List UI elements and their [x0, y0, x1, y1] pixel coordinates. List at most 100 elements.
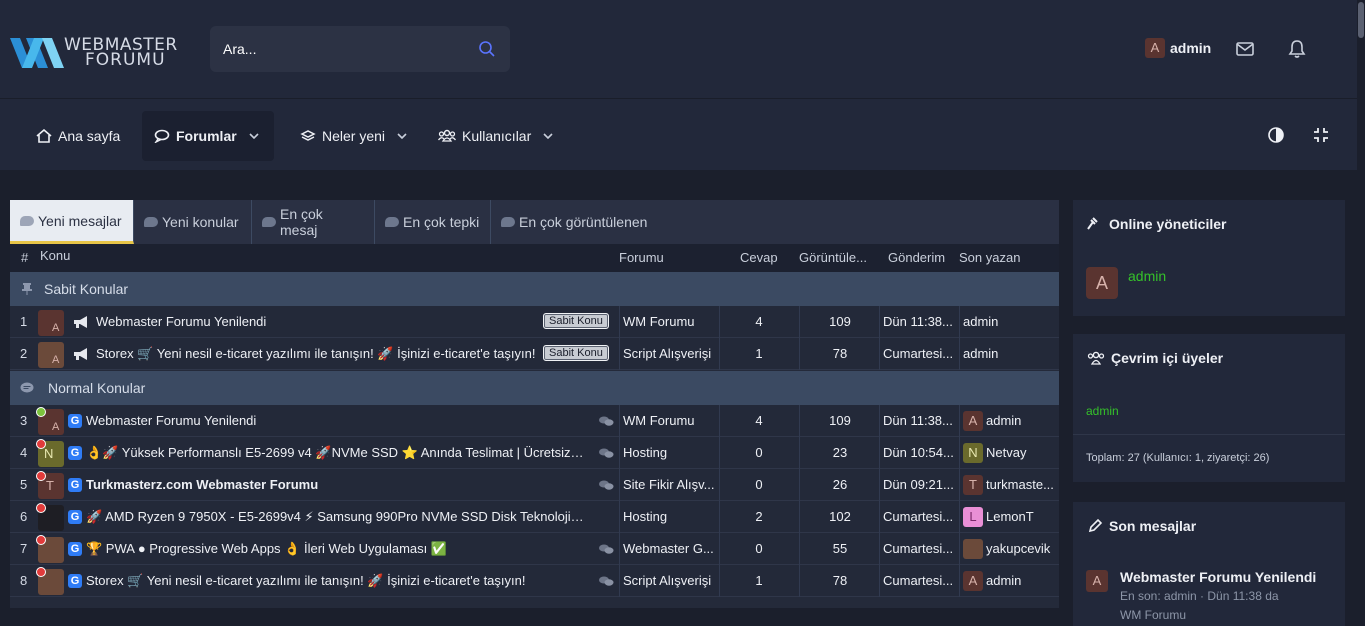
tab-new-threads[interactable]: Yeni konular	[134, 200, 252, 244]
thread-title[interactable]: Webmaster Forumu Yenilendi	[86, 413, 586, 428]
thread-title[interactable]: Webmaster Forumu Yenilendi	[96, 314, 536, 329]
status-dot	[36, 471, 46, 481]
thread-last-poster[interactable]: LemonT	[986, 509, 1056, 524]
thread-date[interactable]: Cumartesi...	[883, 346, 957, 361]
thread-last-poster[interactable]: admin	[963, 346, 1055, 361]
thread-title[interactable]: 👌🚀 Yüksek Performanslı E5-2699 v4 🚀NVMe …	[86, 445, 586, 461]
thread-date[interactable]: Dün 10:54...	[883, 445, 957, 460]
avatar[interactable]: A	[38, 342, 64, 368]
inbox-icon[interactable]	[1235, 39, 1255, 59]
logo-text-line2: FORUMU	[85, 50, 166, 70]
thread-forum[interactable]: WM Forumu	[623, 314, 717, 329]
google-badge-icon: G	[68, 542, 82, 556]
avatar[interactable]: L	[963, 507, 983, 527]
thread-title[interactable]: Storex 🛒 Yeni nesil e-ticaret yazılımı i…	[86, 573, 586, 589]
search-input[interactable]: Ara...	[210, 26, 510, 72]
col-views[interactable]: Görüntüle...	[799, 250, 867, 265]
nav-members[interactable]: Kullanıcılar	[426, 111, 565, 161]
table-row[interactable]: 7 G 🏆 PWA ● Progressive Web Apps 👌 İleri…	[10, 533, 1059, 565]
status-dot	[36, 407, 46, 417]
latest-post-forum[interactable]: WM Forumu	[1120, 608, 1186, 622]
tab-most-reactions[interactable]: En çok tepki	[375, 200, 491, 244]
avatar[interactable]: A	[1086, 267, 1118, 299]
thread-last-poster[interactable]: admin	[986, 573, 1056, 588]
tab-new-posts[interactable]: Yeni mesajlar	[10, 200, 134, 249]
thread-forum[interactable]: Script Alışverişi	[623, 573, 717, 588]
scrollbar-thumb[interactable]	[1358, 2, 1364, 38]
thread-date[interactable]: Dün 11:38...	[883, 314, 957, 329]
thread-last-poster[interactable]: yakupcevik	[986, 541, 1056, 556]
avatar[interactable]: A	[38, 310, 64, 336]
chevron-down-icon[interactable]	[249, 133, 259, 139]
col-topic[interactable]: Konu	[40, 248, 70, 263]
thread-date[interactable]: Dün 11:38...	[883, 413, 957, 428]
thread-forum[interactable]: WM Forumu	[623, 413, 717, 428]
table-row[interactable]: 5 T G Turkmasterz.com Webmaster Forumu S…	[10, 469, 1059, 501]
thread-forum[interactable]: Site Fikir Alışv...	[623, 477, 717, 492]
thread-forum[interactable]: Script Alışverişi	[623, 346, 717, 361]
avatar[interactable]: A	[1086, 570, 1108, 592]
home-icon	[36, 129, 52, 143]
avatar[interactable]: N	[963, 443, 983, 463]
avatar[interactable]: A	[963, 571, 983, 591]
thread-last-poster[interactable]: admin	[986, 413, 1056, 428]
nav-whats-new[interactable]: Neler yeni	[288, 111, 419, 161]
chat-icon	[599, 416, 614, 426]
nav-home[interactable]: Ana sayfa	[24, 111, 132, 161]
thread-date[interactable]: Cumartesi...	[883, 541, 957, 556]
thread-date[interactable]: Cumartesi...	[883, 573, 957, 588]
theme-toggle-icon[interactable]	[1267, 126, 1285, 144]
avatar[interactable]: A	[963, 411, 983, 431]
sticky-badge: Sabit Konu	[543, 345, 609, 361]
thread-last-poster[interactable]: turkmaste...	[986, 477, 1056, 492]
table-row[interactable]: 4 N G 👌🚀 Yüksek Performanslı E5-2699 v4 …	[10, 437, 1059, 469]
online-member-user[interactable]: admin	[1086, 404, 1119, 418]
online-staff-title: Online yöneticiler	[1087, 216, 1226, 232]
thread-date[interactable]: Cumartesi...	[883, 509, 957, 524]
thread-views: 109	[829, 314, 851, 329]
table-row[interactable]: 8 G Storex 🛒 Yeni nesil e-ticaret yazılı…	[10, 565, 1059, 597]
thread-title[interactable]: 🏆 PWA ● Progressive Web Apps 👌 İleri Web…	[86, 541, 586, 557]
compress-icon[interactable]	[1312, 126, 1330, 144]
online-staff-user[interactable]: admin	[1128, 268, 1166, 284]
table-row[interactable]: 6 G 🚀 AMD Ryzen 9 7950X - E5-2699v4 ⚡ Sa…	[10, 501, 1059, 533]
thread-forum[interactable]: Webmaster G...	[623, 541, 717, 556]
latest-post-title[interactable]: Webmaster Forumu Yenilendi	[1120, 569, 1316, 585]
tab-most-viewed[interactable]: En çok görüntülenen	[491, 200, 661, 244]
online-members-widget: Çevrim içi üyeler admin Toplam: 27 (Kull…	[1073, 334, 1345, 482]
thread-title[interactable]: Turkmasterz.com Webmaster Forumu	[86, 477, 586, 492]
avatar[interactable]: T	[963, 475, 983, 495]
account-menu[interactable]: A admin	[1145, 38, 1211, 58]
thread-last-poster[interactable]: Netvay	[986, 445, 1056, 460]
thread-forum[interactable]: Hosting	[623, 509, 717, 524]
thread-forum[interactable]: Hosting	[623, 445, 717, 460]
message-icon	[262, 217, 276, 227]
search-icon[interactable]	[478, 40, 496, 58]
avatar[interactable]	[963, 539, 983, 559]
site-logo[interactable]: WEBMASTER FORUMU	[10, 35, 180, 70]
thread-title[interactable]: Storex 🛒 Yeni nesil e-ticaret yazılımı i…	[96, 346, 536, 362]
section-normal: Normal Konular	[10, 371, 1059, 405]
table-row[interactable]: 3 A G Webmaster Forumu Yenilendi WM Foru…	[10, 405, 1059, 437]
thread-replies: 0	[755, 445, 763, 460]
google-badge-icon: G	[68, 510, 82, 524]
thread-last-poster[interactable]: admin	[963, 314, 1055, 329]
nav-forums[interactable]: Forumlar	[142, 111, 274, 161]
tab-most-replies[interactable]: En çok mesaj	[252, 200, 375, 244]
page-scrollbar[interactable]	[1357, 0, 1365, 626]
table-row[interactable]: 1 A Webmaster Forumu Yenilendi Sabit Kon…	[10, 306, 1059, 338]
col-posted[interactable]: Gönderim	[888, 250, 945, 265]
thread-title[interactable]: 🚀 AMD Ryzen 9 7950X - E5-2699v4 ⚡ Samsun…	[86, 509, 590, 525]
bell-icon[interactable]	[1287, 39, 1307, 59]
table-row[interactable]: 2 A Storex 🛒 Yeni nesil e-ticaret yazılı…	[10, 338, 1059, 370]
thread-date[interactable]: Dün 09:21...	[883, 477, 957, 492]
status-dot	[36, 535, 46, 545]
chevron-down-icon[interactable]	[543, 133, 553, 139]
google-badge-icon: G	[68, 446, 82, 460]
megaphone-icon	[74, 348, 87, 360]
chevron-down-icon[interactable]	[397, 133, 407, 139]
col-replies[interactable]: Cevap	[740, 250, 778, 265]
col-forum[interactable]: Forumu	[619, 250, 664, 265]
col-last-poster[interactable]: Son yazan	[959, 250, 1020, 265]
megaphone-icon	[74, 316, 87, 328]
